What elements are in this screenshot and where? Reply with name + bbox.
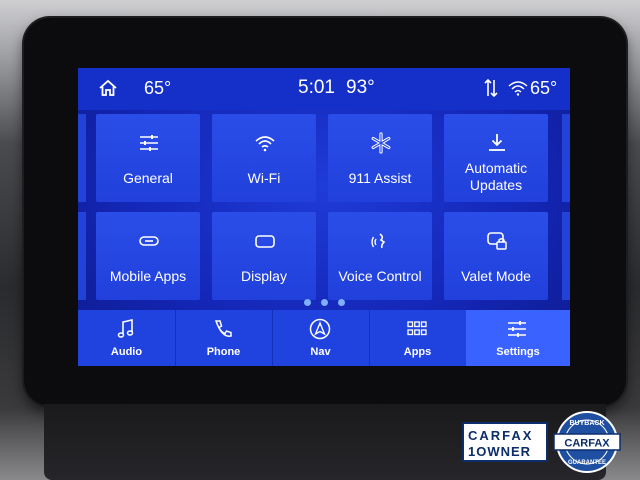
dock-nav[interactable]: Nav [272,310,370,366]
page-dot[interactable] [320,299,328,306]
tile-label: Valet Mode [461,268,531,284]
tile-automatic-updates[interactable]: Automatic Updates [444,114,548,202]
clock: 5:01 [298,77,335,98]
badge-line2: 1OWNER [468,444,532,459]
grid-edge-left-row2 [78,212,86,300]
dock-apps[interactable]: Apps [369,310,467,366]
grid-edge-left-row1 [78,114,86,202]
tile-911-assist[interactable]: 911 Assist [328,114,432,202]
dock-label: Phone [206,346,241,358]
dock-label: Audio [110,346,143,358]
settings-sliders-icon [508,321,526,337]
tile-label: Mobile Apps [109,268,187,284]
phone-icon [214,320,232,337]
tile-mobile-apps[interactable]: Mobile Apps [96,212,200,300]
status-bar: 65° 5:01 93° 65° [78,68,570,110]
music-icon [117,319,134,338]
page-dot[interactable] [337,299,345,306]
grid-edge-right-row1 [562,114,570,202]
tile-label: Voice Control [338,268,422,284]
link-icon [139,236,159,246]
data-transfer-icon [484,78,498,98]
dock-label: Settings [496,346,540,358]
seal-mid-text: CARFAX [564,438,610,450]
passenger-temp: 65° [530,78,558,98]
apps-grid-icon [407,321,427,336]
tile-label: Display [241,268,287,284]
tile-display[interactable]: Display [212,212,316,300]
dock-label: Nav [310,346,331,358]
asterisk-icon [371,132,391,154]
tile-wifi[interactable]: Wi-Fi [212,114,316,202]
display-icon [255,235,275,248]
tile-label: General [123,170,173,186]
home-icon[interactable] [98,78,118,98]
voice-icon [371,233,386,249]
tile-voice-control[interactable]: Voice Control [328,212,432,300]
tile-label: 911 Assist [348,170,412,186]
dock-audio[interactable]: Audio [78,310,176,366]
dock-phone[interactable]: Phone [175,310,273,366]
page-indicator [78,293,570,311]
seal-bottom-text: GUARANTEE [568,460,606,466]
carfax-buyback-seal: CARFAX BUYBACK GUARANTEE [553,411,621,473]
tile-label: Automatic Updates [464,160,528,193]
sliders-icon [140,135,158,151]
tile-label: Wi-Fi [247,170,281,186]
nav-icon [309,318,331,340]
outside-temp: 93° [346,77,375,98]
dock-label: Apps [403,346,432,358]
settings-grid: General Wi-Fi 911 Assist Automatic Updat… [78,114,570,302]
bottom-dock: Audio Phone Nav Apps Settings [78,310,570,366]
seal-top-text: BUYBACK [570,420,605,427]
valet-icon [487,232,507,250]
tile-general[interactable]: General [96,114,200,202]
page-dot[interactable] [303,299,311,306]
wifi-icon [255,136,275,152]
badge-line1: CARFAX [468,428,534,443]
tile-valet-mode[interactable]: Valet Mode [444,212,548,300]
carfax-one-owner-badge: CARFAX 1OWNER [462,422,548,462]
infotainment-screen: 65° 5:01 93° 65° General Wi-Fi 911 Assis… [78,68,570,366]
cabin-temp: 65° [144,78,172,98]
download-icon [489,134,505,151]
dock-settings[interactable]: Settings [466,310,570,366]
grid-edge-right-row2 [562,212,570,300]
wifi-status-icon [508,81,528,96]
